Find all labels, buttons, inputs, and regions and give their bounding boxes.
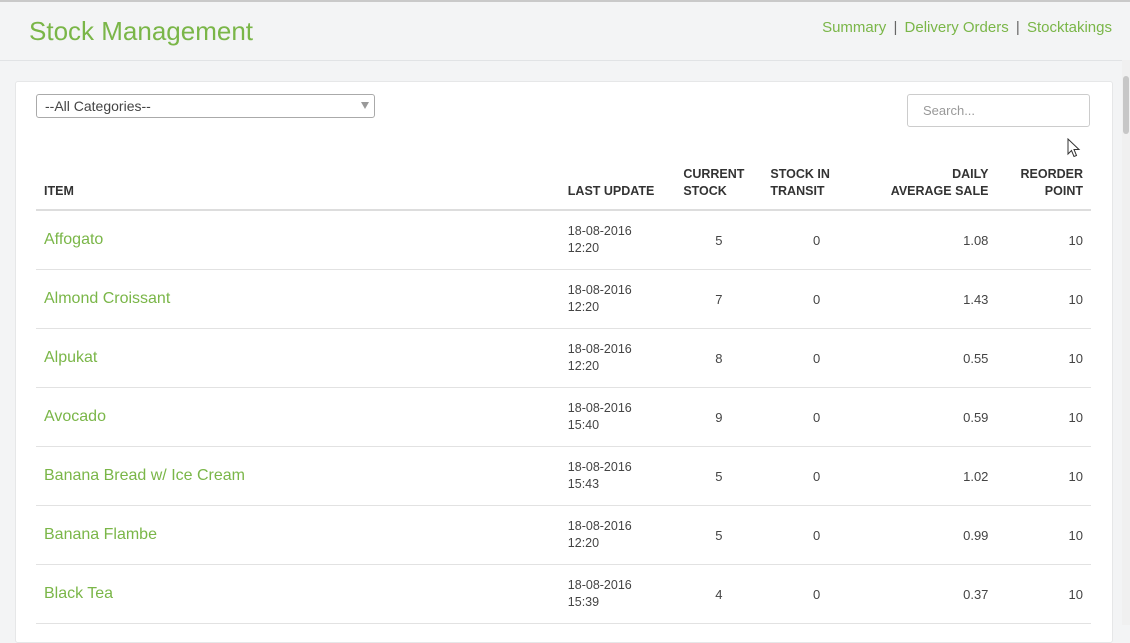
mouse-cursor-icon: [1067, 138, 1081, 158]
last-update-time: 12:20: [567, 359, 600, 373]
last-update-date: 18-08-2016: [567, 578, 632, 592]
last-update-date: 18-08-2016: [567, 460, 632, 474]
table-body: Affogato 18-08-2016 12:20 5 0 1.08 10 Almond Cr…: [36, 210, 1091, 624]
column-header-reorder-point[interactable]: REORDER POINT: [996, 166, 1091, 211]
last-update-date: 18-08-2016: [567, 283, 632, 297]
cell-current-stock: 5: [675, 210, 763, 270]
column-header-last-update[interactable]: LAST UPDATE: [559, 166, 676, 211]
cell-item: Avocado: [36, 387, 560, 447]
item-link[interactable]: Banana Flambe: [44, 526, 157, 543]
cell-item: Almond Croissant: [36, 269, 560, 329]
table-row: Black Tea 18-08-2016 15:39 4 0 0.37 10: [36, 564, 1091, 624]
cell-reorder-point: 10: [996, 387, 1091, 447]
stock-panel: --All Categories-- ITEM LAST UPDATE CURR…: [15, 81, 1113, 643]
cell-last-update: 18-08-2016 12:20: [559, 505, 676, 565]
column-header-stock-in-transit[interactable]: STOCK IN TRANSIT: [762, 166, 871, 211]
item-link[interactable]: Affogato: [44, 231, 103, 248]
cell-item: Alpukat: [36, 328, 560, 388]
scrollbar-thumb[interactable]: [1123, 76, 1129, 134]
last-update-date: 18-08-2016: [567, 342, 632, 356]
item-link[interactable]: Almond Croissant: [44, 290, 170, 307]
category-select[interactable]: --All Categories--: [36, 94, 375, 118]
column-header-daily-average-sale[interactable]: DAILY AVERAGE SALE: [870, 166, 997, 211]
cell-daily-average-sale: 0.99: [870, 505, 997, 565]
item-link[interactable]: Avocado: [44, 408, 106, 425]
stocktakings-link[interactable]: Stocktakings: [1027, 19, 1112, 36]
cell-stock-in-transit: 0: [762, 328, 871, 388]
cell-item: Banana Bread w/ Ice Cream: [36, 446, 560, 506]
last-update-time: 12:20: [567, 241, 600, 255]
cell-last-update: 18-08-2016 12:20: [559, 210, 676, 270]
cell-reorder-point: 10: [996, 328, 1091, 388]
last-update-time: 12:20: [567, 536, 600, 550]
last-update-date: 18-08-2016: [567, 401, 632, 415]
cell-current-stock: 8: [675, 328, 763, 388]
last-update-time: 15:40: [567, 418, 600, 432]
cell-stock-in-transit: 0: [762, 505, 871, 565]
table-row: Almond Croissant 18-08-2016 12:20 7 0 1.43 10: [36, 269, 1091, 329]
last-update-date: 18-08-2016: [567, 224, 632, 238]
cell-daily-average-sale: 1.08: [870, 210, 997, 270]
table-row: Alpukat 18-08-2016 12:20 8 0 0.55 10: [36, 328, 1091, 388]
item-link[interactable]: Black Tea: [44, 585, 113, 602]
cell-reorder-point: 10: [996, 446, 1091, 506]
category-select-value: --All Categories--: [45, 98, 151, 114]
delivery-orders-link[interactable]: Delivery Orders: [905, 19, 1009, 36]
cell-last-update: 18-08-2016 15:40: [559, 387, 676, 447]
cell-current-stock: 5: [675, 505, 763, 565]
cell-reorder-point: 10: [996, 210, 1091, 270]
nav-separator: |: [1015, 19, 1020, 36]
table-row: Affogato 18-08-2016 12:20 5 0 1.08 10: [36, 210, 1091, 270]
item-link[interactable]: Alpukat: [44, 349, 97, 366]
table-row: Banana Bread w/ Ice Cream 18-08-2016 15:43…: [36, 446, 1091, 506]
last-update-date: 18-08-2016: [567, 519, 632, 533]
cell-stock-in-transit: 0: [762, 564, 871, 624]
cell-daily-average-sale: 0.37: [870, 564, 997, 624]
cell-current-stock: 7: [675, 269, 763, 329]
search-input[interactable]: [907, 94, 1090, 127]
cell-current-stock: 5: [675, 446, 763, 506]
cell-last-update: 18-08-2016 12:20: [559, 269, 676, 329]
cell-reorder-point: 10: [996, 564, 1091, 624]
cell-reorder-point: 10: [996, 505, 1091, 565]
cell-item: Black Tea: [36, 564, 560, 624]
cell-last-update: 18-08-2016 15:39: [559, 564, 676, 624]
column-header-item[interactable]: ITEM: [36, 166, 560, 211]
dropdown-arrow-icon: [361, 102, 369, 109]
last-update-time: 12:20: [567, 300, 600, 314]
summary-link[interactable]: Summary: [822, 19, 886, 36]
table-header-row: ITEM LAST UPDATE CURRENT STOCK STOCK IN …: [36, 166, 1091, 211]
page-header: Stock Management Summary | Delivery Orde…: [0, 2, 1130, 61]
cell-stock-in-transit: 0: [762, 269, 871, 329]
cell-daily-average-sale: 0.55: [870, 328, 997, 388]
last-update-time: 15:43: [567, 477, 600, 491]
cell-item: Banana Flambe: [36, 505, 560, 565]
table-row: Avocado 18-08-2016 15:40 9 0 0.59 10: [36, 387, 1091, 447]
cell-stock-in-transit: 0: [762, 387, 871, 447]
cell-last-update: 18-08-2016 12:20: [559, 328, 676, 388]
last-update-time: 15:39: [567, 595, 600, 609]
top-nav-links: Summary | Delivery Orders | Stocktakings: [822, 19, 1112, 36]
page-title: Stock Management: [29, 16, 254, 46]
cell-daily-average-sale: 0.59: [870, 387, 997, 447]
cell-item: Affogato: [36, 210, 560, 270]
vertical-scrollbar[interactable]: [1122, 60, 1130, 625]
cell-daily-average-sale: 1.43: [870, 269, 997, 329]
cell-reorder-point: 10: [996, 269, 1091, 329]
cell-current-stock: 9: [675, 387, 763, 447]
cell-stock-in-transit: 0: [762, 210, 871, 270]
table-row: Banana Flambe 18-08-2016 12:20 5 0 0.99 10: [36, 505, 1091, 565]
cell-stock-in-transit: 0: [762, 446, 871, 506]
item-link[interactable]: Banana Bread w/ Ice Cream: [44, 467, 245, 484]
cell-current-stock: 4: [675, 564, 763, 624]
cell-daily-average-sale: 1.02: [870, 446, 997, 506]
nav-separator: |: [893, 19, 898, 36]
stock-table: ITEM LAST UPDATE CURRENT STOCK STOCK IN …: [36, 166, 1091, 624]
cell-last-update: 18-08-2016 15:43: [559, 446, 676, 506]
column-header-current-stock[interactable]: CURRENT STOCK: [675, 166, 763, 211]
